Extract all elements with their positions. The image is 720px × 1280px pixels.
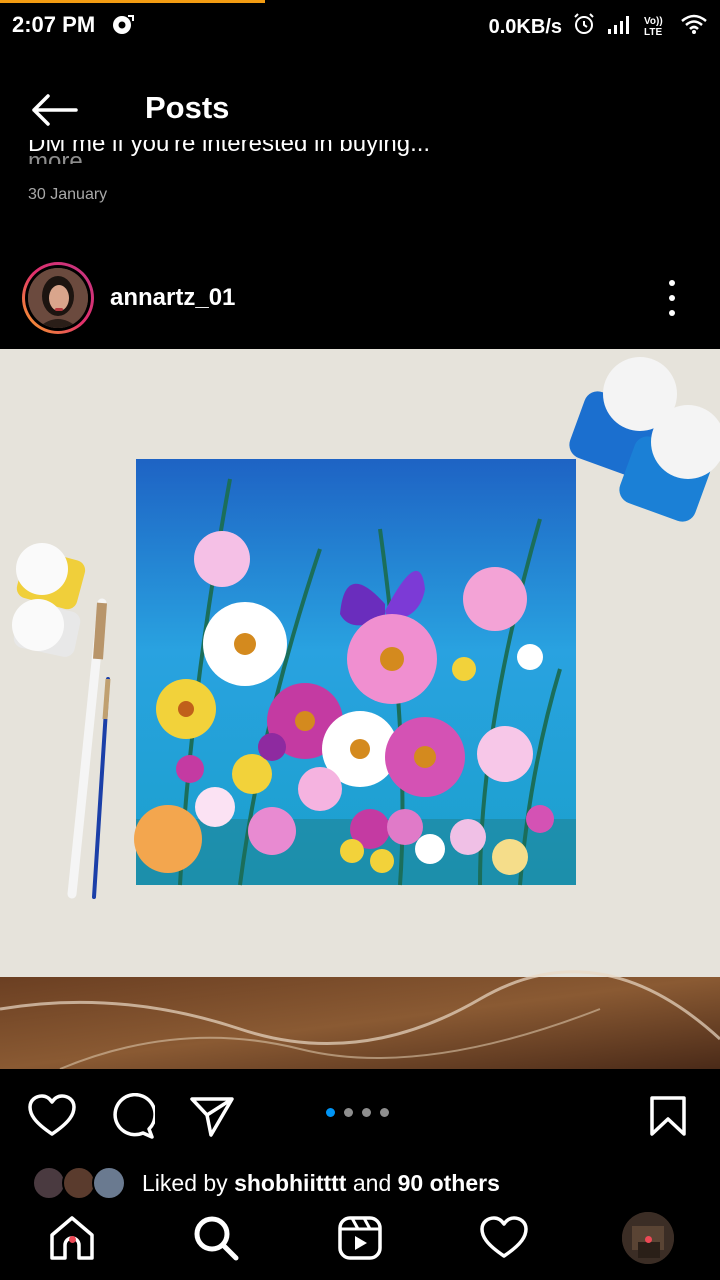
page-title: Posts xyxy=(145,90,230,125)
nav-search[interactable] xyxy=(190,1212,242,1264)
post-username[interactable]: annartz_01 xyxy=(110,284,235,312)
post-action-bar xyxy=(0,1080,720,1150)
network-speed: 0.0KB/s xyxy=(488,15,562,38)
save-button[interactable] xyxy=(644,1092,692,1140)
bookmark-icon xyxy=(650,1096,686,1136)
comment-icon xyxy=(113,1093,155,1139)
back-arrow-icon xyxy=(32,94,78,126)
avatar-image xyxy=(28,268,88,328)
painting-photo xyxy=(0,349,720,1069)
alarm-icon xyxy=(572,12,596,42)
bottom-navigation xyxy=(0,1200,720,1280)
back-button[interactable] xyxy=(30,88,82,132)
liker-avatar xyxy=(62,1166,96,1200)
home-notification-dot xyxy=(69,1236,76,1243)
carousel-dot-active xyxy=(326,1108,335,1117)
liker-avatar xyxy=(92,1166,126,1200)
likes-others-link[interactable]: 90 others xyxy=(398,1170,500,1196)
heart-icon xyxy=(28,1094,76,1136)
post-image[interactable] xyxy=(0,349,720,1069)
more-options-button[interactable] xyxy=(660,280,684,316)
reels-icon xyxy=(338,1216,382,1260)
search-icon xyxy=(194,1216,239,1261)
notification-icon xyxy=(110,13,134,37)
status-bar: 2:07 PM 0.0KB/s Vo)) LTE xyxy=(0,0,720,52)
previous-post-caption[interactable]: DM me if you're interested in buying... … xyxy=(28,140,628,164)
share-icon xyxy=(190,1097,234,1137)
liker-avatars xyxy=(32,1166,128,1200)
wifi-icon xyxy=(680,13,708,41)
activity-icon xyxy=(480,1216,528,1258)
liker-username[interactable]: shobhiitttt xyxy=(234,1170,346,1196)
nav-activity[interactable] xyxy=(478,1212,530,1264)
liker-avatar xyxy=(32,1166,66,1200)
likes-text: Liked by shobhiitttt and 90 others xyxy=(142,1170,500,1196)
nav-reels[interactable] xyxy=(334,1212,386,1264)
post-header: annartz_01 xyxy=(0,258,720,338)
carousel-indicator xyxy=(326,1108,389,1117)
more-vertical-icon xyxy=(669,280,675,286)
previous-post-date: 30 January xyxy=(28,186,108,203)
carousel-dot xyxy=(380,1108,389,1117)
lte-label: Vo)) LTE xyxy=(644,16,663,38)
share-button[interactable] xyxy=(188,1092,236,1140)
like-button[interactable] xyxy=(28,1092,76,1140)
carousel-dot xyxy=(344,1108,353,1117)
status-right-group: 0.0KB/s Vo)) LTE xyxy=(489,12,708,42)
signal-icon xyxy=(606,13,634,41)
loading-progress-bar xyxy=(0,0,265,3)
profile-notification-dot xyxy=(645,1236,652,1243)
likes-row[interactable]: Liked by shobhiitttt and 90 others xyxy=(0,1160,720,1200)
carousel-dot xyxy=(362,1108,371,1117)
status-time: 2:07 PM xyxy=(12,12,96,37)
avatar[interactable] xyxy=(22,262,94,334)
comment-button[interactable] xyxy=(108,1092,156,1140)
